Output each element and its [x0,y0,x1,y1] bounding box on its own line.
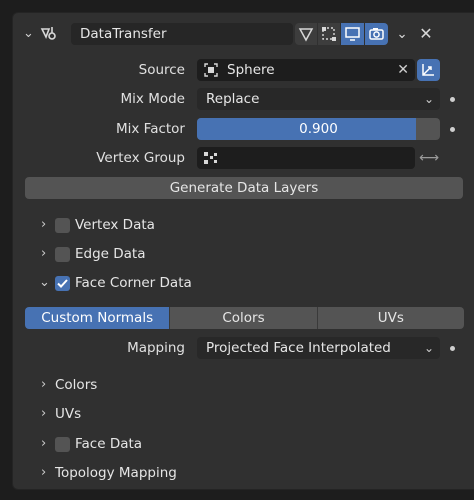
mix-mode-label: Mix Mode [120,91,185,107]
vertex-data-label[interactable]: Vertex Data [75,214,155,236]
chevron-right-icon[interactable]: › [41,433,46,455]
render-icon[interactable] [365,23,388,45]
source-value: Sphere [227,62,275,78]
face-data-label[interactable]: Face Data [75,433,142,455]
generate-data-layers-button[interactable]: Generate Data Layers [25,177,463,199]
face-corner-tabs: Custom Normals Colors UVs [25,307,464,329]
invert-arrows-icon[interactable]: ⟷ [418,147,440,169]
keyframe-dot-icon[interactable] [450,346,455,351]
cage-icon[interactable] [318,23,340,45]
chevron-right-icon[interactable]: › [41,403,46,425]
chevron-right-icon[interactable]: › [41,374,46,396]
uvs-subsection-label[interactable]: UVs [55,403,81,425]
chevron-down-icon[interactable]: ⌄ [39,272,50,294]
tab-colors[interactable]: Colors [170,307,318,329]
source-label: Source [138,62,185,78]
vertex-data-checkbox[interactable] [55,218,70,233]
modifier-data-transfer-icon [39,24,59,44]
checkmark-icon [57,279,68,288]
close-icon[interactable]: ✕ [415,23,437,45]
clear-icon[interactable]: ✕ [397,59,409,81]
chevron-right-icon[interactable]: › [41,243,46,265]
mix-mode-dropdown[interactable]: Replace ⌄ [197,88,440,110]
vertex-group-icon [203,150,219,166]
mix-factor-value: 0.900 [299,121,338,137]
viewport-display-icon[interactable] [341,23,364,45]
chevron-down-icon: ⌄ [423,92,434,106]
modifier-name-field[interactable]: DataTransfer [71,23,293,45]
collapse-chevron-icon[interactable]: ⌄ [23,23,34,45]
object-icon [203,62,219,78]
face-data-checkbox[interactable] [55,437,70,452]
tab-custom-normals[interactable]: Custom Normals [25,307,171,329]
chevron-right-icon[interactable]: › [41,462,46,484]
tab-uvs[interactable]: UVs [317,307,464,329]
mapping-dropdown[interactable]: Projected Face Interpolated ⌄ [197,337,440,359]
chevron-down-icon: ⌄ [423,341,434,355]
edge-data-label[interactable]: Edge Data [75,243,146,265]
source-field[interactable]: Sphere ✕ [197,59,415,81]
mapping-label: Mapping [127,340,185,356]
object-transform-toggle-icon[interactable] [417,59,440,81]
edge-data-checkbox[interactable] [55,247,70,262]
keyframe-dot-icon[interactable] [450,127,455,132]
face-corner-data-label[interactable]: Face Corner Data [75,272,192,294]
mix-factor-label: Mix Factor [115,121,185,137]
chevron-right-icon[interactable]: › [41,214,46,236]
modifier-name: DataTransfer [80,26,167,42]
dropdown-menu-icon[interactable]: ⌄ [391,23,413,45]
edit-mode-icon[interactable] [295,23,317,45]
keyframe-dot-icon[interactable] [450,97,455,102]
mix-mode-value: Replace [206,91,260,107]
face-corner-data-checkbox[interactable] [55,276,70,291]
topology-mapping-label[interactable]: Topology Mapping [55,462,177,484]
mix-factor-slider[interactable]: 0.900 [197,118,440,140]
vertex-group-field[interactable] [197,147,415,169]
modifier-panel: ⌄ DataTransfer ⌄ ✕ Source Sphere ✕ Mix M… [12,12,474,490]
colors-subsection-label[interactable]: Colors [55,374,97,396]
mapping-value: Projected Face Interpolated [206,340,391,356]
vertex-group-label: Vertex Group [96,150,185,166]
